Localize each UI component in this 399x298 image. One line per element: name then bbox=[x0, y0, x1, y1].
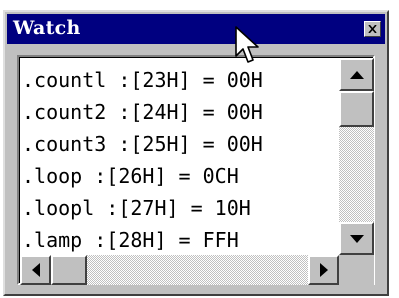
scrollbar-corner bbox=[339, 255, 374, 285]
horizontal-scroll-thumb[interactable] bbox=[51, 255, 87, 285]
watch-item[interactable]: .loop :[26H] = 0CH bbox=[22, 160, 339, 192]
watch-item[interactable]: .loopl :[27H] = 10H bbox=[22, 192, 339, 224]
scroll-up-button[interactable] bbox=[339, 58, 374, 91]
window-title: Watch bbox=[13, 17, 81, 39]
arrow-down-icon bbox=[349, 234, 364, 243]
scroll-left-button[interactable] bbox=[20, 255, 51, 285]
vertical-scrollbar[interactable] bbox=[339, 58, 374, 255]
watch-window: Watch .countl :[23H] = 00H .count2 :[24H… bbox=[3, 10, 389, 296]
watch-panel: .countl :[23H] = 00H .count2 :[24H] = 00… bbox=[17, 55, 375, 285]
scroll-down-button[interactable] bbox=[339, 222, 374, 255]
arrow-up-icon bbox=[349, 70, 364, 79]
watch-item[interactable]: .countl :[23H] = 00H bbox=[22, 64, 339, 96]
arrow-left-icon bbox=[31, 263, 40, 277]
watch-item[interactable]: .count3 :[25H] = 00H bbox=[22, 128, 339, 160]
close-button[interactable] bbox=[364, 21, 381, 37]
close-icon bbox=[368, 25, 377, 33]
horizontal-scrollbar[interactable] bbox=[20, 255, 339, 285]
arrow-right-icon bbox=[319, 263, 328, 277]
watch-list: .countl :[23H] = 00H .count2 :[24H] = 00… bbox=[20, 58, 339, 255]
mouse-pointer-icon bbox=[235, 26, 259, 63]
watch-list-area[interactable]: .countl :[23H] = 00H .count2 :[24H] = 00… bbox=[20, 58, 339, 255]
watch-item[interactable]: .lamp :[28H] = FFH bbox=[22, 224, 339, 255]
scroll-right-button[interactable] bbox=[308, 255, 339, 285]
title-bar[interactable]: Watch bbox=[7, 14, 385, 44]
watch-item[interactable]: .count2 :[24H] = 00H bbox=[22, 96, 339, 128]
vertical-scroll-thumb[interactable] bbox=[339, 91, 374, 127]
